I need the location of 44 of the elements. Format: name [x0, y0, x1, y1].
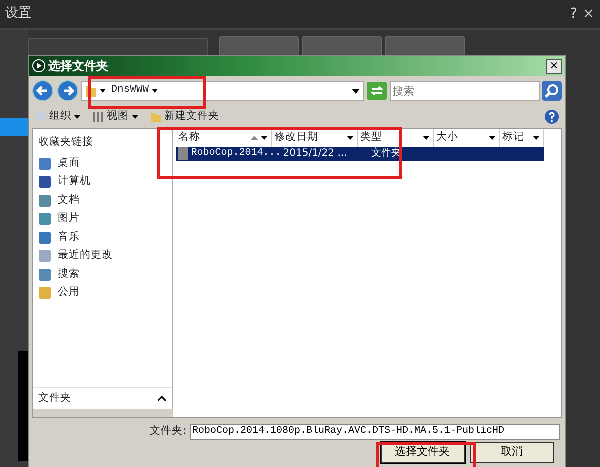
- nav-item[interactable]: 桌面: [38, 156, 166, 172]
- caret-icon: [152, 89, 158, 93]
- close-button[interactable]: ×: [582, 4, 594, 24]
- dropdown-icon[interactable]: [422, 136, 430, 140]
- nav-item[interactable]: 音乐: [38, 230, 166, 246]
- address-bar[interactable]: DnsWWW: [81, 81, 364, 101]
- dialog-title: 选择文件夹: [48, 58, 110, 75]
- search-field[interactable]: 搜索: [390, 81, 540, 101]
- refresh-button[interactable]: [366, 82, 387, 100]
- help-button[interactable]: ?: [570, 4, 578, 24]
- selected-item: [0, 118, 28, 136]
- dropdown-icon[interactable]: [346, 136, 354, 140]
- menu-button[interactable]: 组织: [49, 109, 72, 125]
- dropdown-icon[interactable]: [532, 136, 540, 140]
- app-icon: [32, 59, 46, 73]
- cancel-button[interactable]: 取消: [470, 442, 554, 463]
- caret-icon: [132, 115, 138, 119]
- menu-button[interactable]: 视图: [106, 109, 129, 125]
- dropdown-icon[interactable]: [488, 136, 496, 140]
- nav-item[interactable]: 计算机: [38, 174, 166, 190]
- nav-item[interactable]: 图片: [38, 211, 166, 227]
- toolbar-button[interactable]: 新建文件夹: [164, 109, 220, 125]
- nav-item[interactable]: 最近的更改: [38, 248, 166, 264]
- caret-icon: [100, 89, 106, 93]
- dropdown-icon[interactable]: [352, 88, 360, 94]
- back-button[interactable]: [32, 80, 54, 102]
- dropdown-icon[interactable]: [260, 136, 268, 140]
- nav-item[interactable]: 公用: [38, 285, 166, 301]
- window-title: 设置: [6, 5, 32, 24]
- sort-icon: [251, 136, 258, 140]
- path-segment[interactable]: DnsWWW: [111, 83, 150, 99]
- nav-heading: 收藏夹链接: [38, 134, 94, 150]
- view-icon: [92, 110, 104, 124]
- field-label: 文件夹:: [150, 424, 187, 439]
- help-icon[interactable]: [544, 109, 560, 125]
- folders-toggle[interactable]: 文件夹: [32, 387, 172, 409]
- nav-item[interactable]: 搜索: [38, 266, 166, 282]
- chevron-up-icon: [158, 396, 166, 401]
- caret-icon: [74, 115, 81, 119]
- forward-button[interactable]: [56, 80, 78, 102]
- search-button[interactable]: [542, 81, 562, 101]
- nav-item[interactable]: 文档: [38, 192, 166, 208]
- close-button[interactable]: ×: [546, 58, 562, 74]
- folder-name-field[interactable]: RoboCop.2014.1080p.BluRay.AVC.DTS-HD.MA.5.1-PublicHD: [190, 424, 560, 440]
